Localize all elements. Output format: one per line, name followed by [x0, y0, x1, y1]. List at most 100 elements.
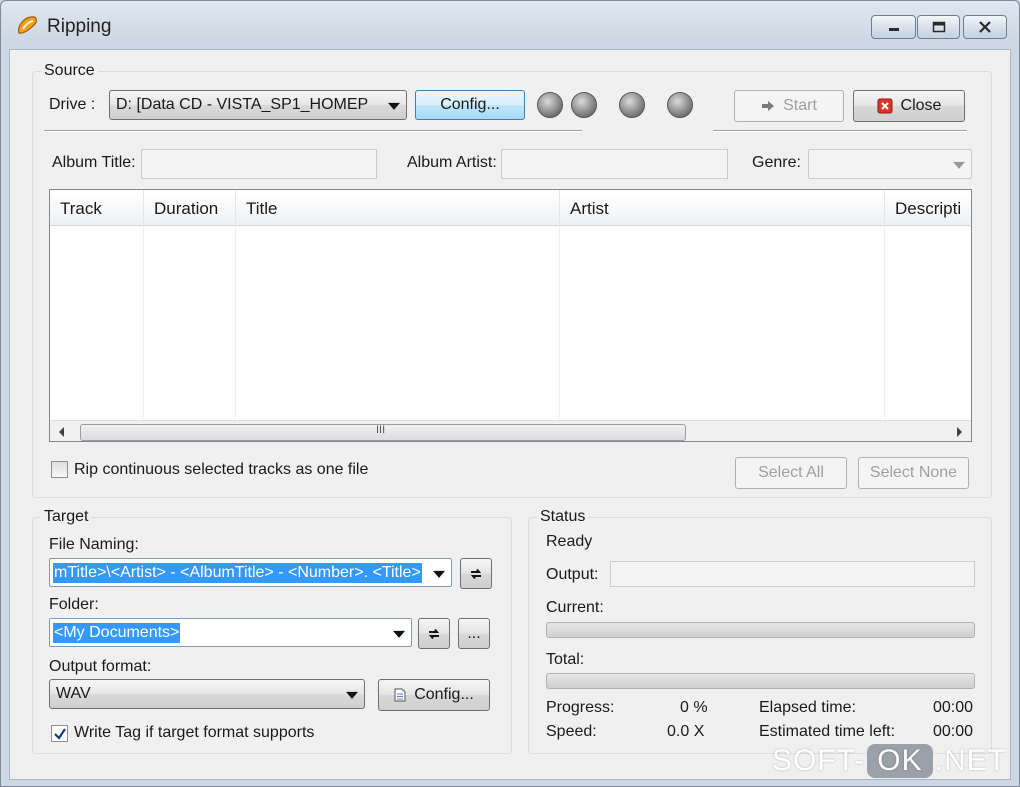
minimize-button[interactable]: [871, 15, 916, 39]
drive-select[interactable]: D: [Data CD - VISTA_SP1_HOMEP: [109, 90, 407, 120]
status-legend: Status: [540, 508, 586, 525]
close-label: Close: [900, 97, 942, 114]
select-none-button[interactable]: Select None: [858, 457, 969, 489]
genre-label: Genre:: [752, 154, 801, 171]
chevron-down-icon: [393, 630, 405, 638]
write-tag-label: Write Tag if target format supports: [74, 724, 315, 741]
document-icon: [394, 688, 406, 702]
elapsed-label: Elapsed time:: [759, 699, 856, 716]
chevron-down-icon: [433, 570, 445, 578]
maximize-icon: [932, 21, 945, 33]
disc-refresh-icon[interactable]: [537, 92, 563, 118]
scroll-right-icon[interactable]: [955, 427, 963, 437]
column-title[interactable]: Title: [236, 190, 560, 226]
column-description[interactable]: Descripti: [885, 190, 971, 226]
watermark-part1: SOFT-: [771, 744, 866, 777]
column-gridline: [143, 226, 144, 420]
output-format-select[interactable]: WAV: [49, 679, 365, 709]
start-button[interactable]: Start: [734, 90, 844, 122]
column-gridline: [235, 226, 236, 420]
title-bar[interactable]: Ripping: [1, 1, 1019, 49]
minimize-icon: [888, 28, 899, 31]
ripping-window: Ripping Source Drive : D: [Data CD - VIS…: [0, 0, 1020, 787]
output-format-label: Output format:: [49, 658, 152, 675]
divider-left: [44, 130, 582, 132]
format-config-button[interactable]: Config...: [378, 679, 490, 711]
rip-continuous-checkbox[interactable]: [51, 461, 68, 478]
scroll-thumb[interactable]: III: [80, 424, 686, 441]
total-progress-bar: [546, 673, 975, 689]
column-gridline: [559, 226, 560, 420]
file-naming-swap-button[interactable]: [460, 558, 492, 589]
file-naming-value: mTitle>\<Artist> - <AlbumTitle> - <Numbe…: [53, 563, 422, 583]
track-list[interactable]: Track Duration Title Artist Descripti II…: [49, 189, 972, 442]
scroll-grip: III: [376, 424, 386, 436]
folder-select[interactable]: <My Documents>: [49, 618, 412, 647]
total-label: Total:: [546, 651, 585, 668]
output-status-label: Output:: [546, 566, 599, 583]
album-artist-label: Album Artist:: [407, 154, 497, 171]
watermark-logo: SOFT- OK .NET: [772, 744, 1007, 778]
select-none-label: Select None: [869, 464, 958, 481]
chevron-down-icon: [346, 691, 358, 699]
disc-stop-icon[interactable]: [667, 92, 693, 118]
arrow-right-icon: [762, 101, 775, 111]
disc-eject-icon[interactable]: [571, 92, 597, 118]
target-legend: Target: [44, 508, 89, 525]
status-state: Ready: [546, 533, 593, 550]
window-close-button[interactable]: [963, 15, 1007, 39]
folder-label: Folder:: [49, 596, 99, 613]
format-config-label: Config...: [414, 686, 474, 703]
horizontal-scrollbar[interactable]: III: [50, 420, 971, 441]
source-legend: Source: [44, 62, 95, 79]
column-track[interactable]: Track: [50, 190, 144, 226]
estimated-value: 00:00: [933, 723, 974, 740]
checkmark-icon: [54, 728, 66, 740]
file-naming-select[interactable]: mTitle>\<Artist> - <AlbumTitle> - <Numbe…: [49, 558, 452, 587]
close-button[interactable]: Close: [853, 90, 965, 122]
column-duration[interactable]: Duration: [144, 190, 236, 226]
estimated-label: Estimated time left:: [759, 723, 896, 740]
column-artist[interactable]: Artist: [560, 190, 885, 226]
output-status-field: [610, 561, 975, 587]
chevron-down-icon: [388, 102, 400, 110]
folder-browse-label: ...: [467, 624, 481, 642]
genre-select[interactable]: [808, 149, 972, 179]
start-label: Start: [783, 97, 817, 114]
swap-arrows-icon: [428, 628, 440, 639]
close-icon: [979, 21, 991, 33]
progress-label: Progress:: [546, 699, 615, 716]
folder-value: <My Documents>: [53, 623, 181, 643]
close-red-icon: [877, 98, 893, 114]
scroll-left-icon[interactable]: [58, 427, 66, 437]
divider-right: [713, 130, 967, 132]
column-gridline: [884, 226, 885, 420]
folder-browse-button[interactable]: ...: [458, 618, 490, 649]
current-progress-bar: [546, 622, 975, 638]
maximize-button[interactable]: [917, 15, 960, 39]
folder-swap-button[interactable]: [418, 618, 450, 649]
elapsed-value: 00:00: [933, 699, 974, 716]
speed-label: Speed:: [546, 723, 597, 740]
current-label: Current:: [546, 599, 604, 616]
select-all-label: Select All: [758, 464, 824, 481]
file-naming-label: File Naming:: [49, 536, 139, 553]
disc-play-icon[interactable]: [619, 92, 645, 118]
output-format-value: WAV: [56, 685, 91, 702]
album-artist-input[interactable]: [501, 149, 728, 179]
drive-config-button[interactable]: Config...: [415, 90, 525, 120]
chevron-down-icon: [953, 161, 965, 169]
write-tag-checkbox[interactable]: [51, 725, 68, 742]
app-logo-icon: [18, 16, 37, 34]
album-title-input[interactable]: [141, 149, 377, 179]
dialog-client-area: Source Drive : D: [Data CD - VISTA_SP1_H…: [9, 49, 1011, 780]
select-all-button[interactable]: Select All: [735, 457, 847, 489]
drive-config-label: Config...: [440, 96, 500, 113]
rip-continuous-label: Rip continuous selected tracks as one fi…: [74, 461, 369, 478]
window-title: Ripping: [47, 16, 112, 37]
watermark-part2: OK: [867, 744, 933, 778]
watermark-part3: .NET: [934, 744, 1007, 777]
track-list-header: Track Duration Title Artist Descripti: [50, 190, 971, 226]
album-title-label: Album Title:: [52, 154, 136, 171]
swap-arrows-icon: [470, 568, 482, 579]
